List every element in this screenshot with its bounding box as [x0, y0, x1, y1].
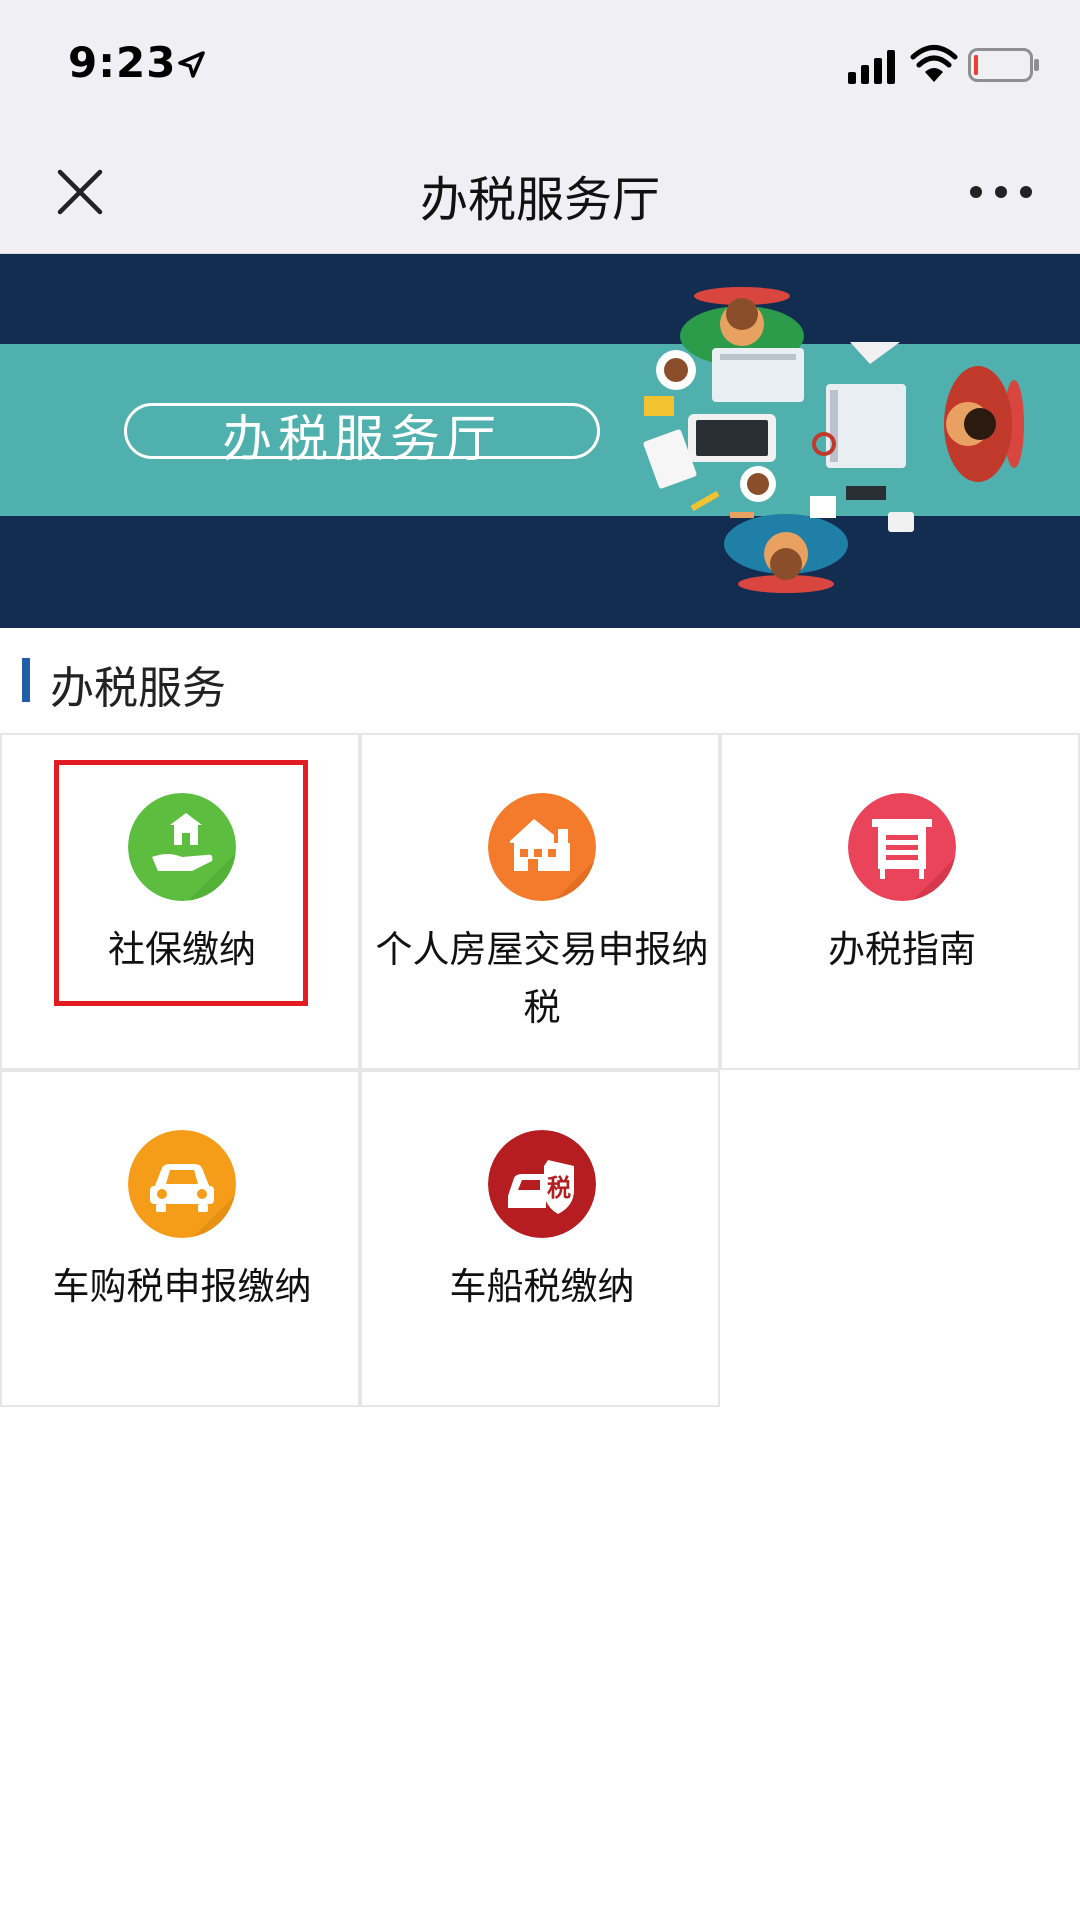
car-icon	[128, 1130, 236, 1238]
service-label: 车购税申报缴纳	[52, 1265, 312, 1308]
section-accent-bar	[22, 658, 30, 702]
office-desk-illustration	[643, 287, 1024, 593]
service-label: 车船税缴纳	[449, 1265, 635, 1308]
service-vehicle-purchase-tax[interactable]: 车购税申报缴纳	[0, 1070, 360, 1407]
banner-title: 办税服务厅	[222, 410, 502, 468]
location-arrow-icon	[178, 51, 205, 78]
car-tax-shield-icon: 税	[488, 1130, 596, 1238]
nav-bar: 办税服务厅	[0, 132, 1080, 254]
service-house-transaction-tax[interactable]: 个人房屋交易申报纳税	[360, 733, 720, 1070]
battery-icon	[968, 48, 1039, 82]
service-vehicle-vessel-tax[interactable]: 税 车船税缴纳	[360, 1070, 720, 1407]
service-tax-guide[interactable]: 办税指南	[720, 733, 1080, 1070]
section-title: 办税服务	[50, 663, 226, 714]
banner: 办税服务厅	[0, 254, 1080, 628]
house-icon	[488, 793, 596, 901]
status-bar: 9:23	[0, 0, 1080, 132]
guide-board-icon	[848, 793, 956, 901]
status-time: 9:23	[68, 38, 177, 87]
service-label: 办税指南	[828, 928, 976, 971]
page-title: 办税服务厅	[419, 172, 660, 228]
section-header: 办税服务	[0, 628, 1080, 733]
service-label: 个人房屋交易申报纳税	[375, 928, 709, 1029]
tax-badge-text: 税	[547, 1174, 571, 1202]
highlight-box	[54, 760, 308, 1006]
cellular-signal-icon	[848, 50, 895, 84]
wifi-icon	[910, 45, 958, 82]
more-options-button[interactable]	[966, 172, 1036, 212]
